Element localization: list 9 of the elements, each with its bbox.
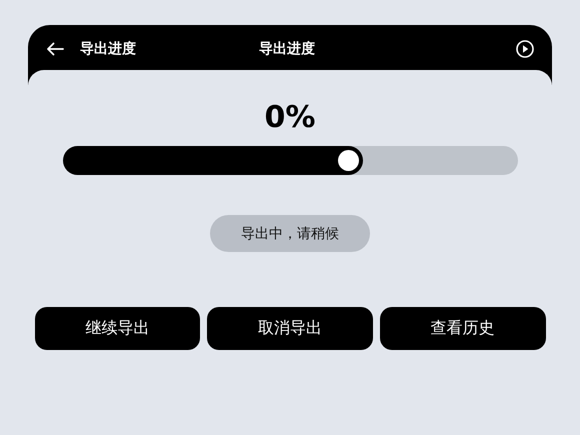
action-button[interactable]: 查看历史 <box>380 307 546 350</box>
play-icon[interactable] <box>516 40 534 58</box>
progress-percent: 0% <box>264 100 316 136</box>
action-button[interactable]: 取消导出 <box>207 307 373 350</box>
status-pill: 导出中，请稍候 <box>210 215 370 252</box>
action-button[interactable]: 继续导出 <box>34 307 200 350</box>
back-title: 导出进度 <box>80 40 136 58</box>
back-arrow-icon[interactable] <box>46 42 64 56</box>
window-title: 导出进度 <box>259 40 315 58</box>
